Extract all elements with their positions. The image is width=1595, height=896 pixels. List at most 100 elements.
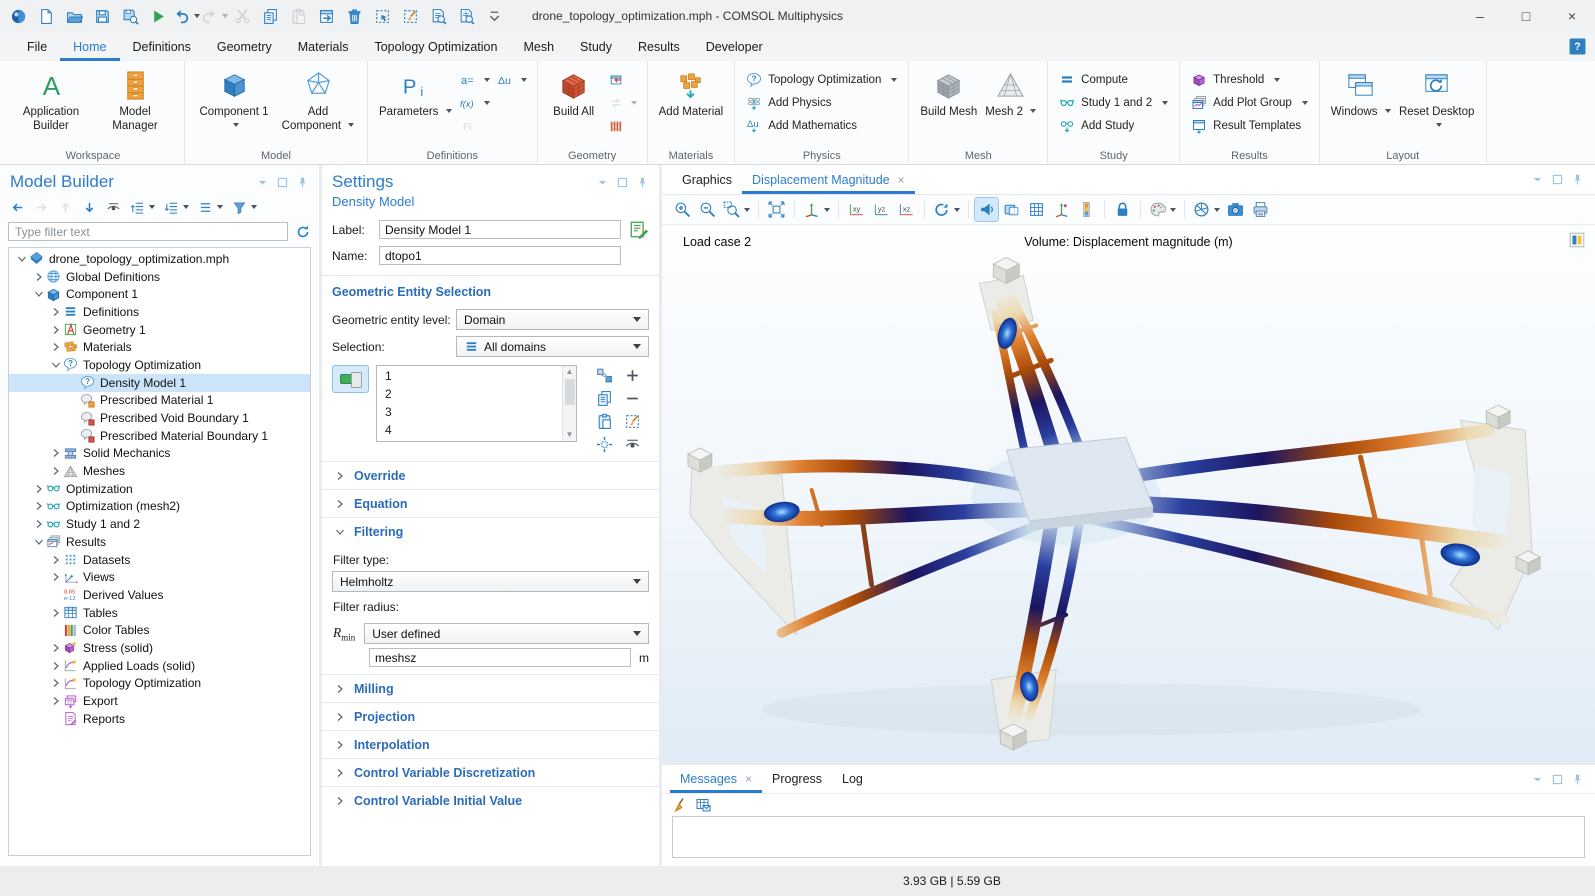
- tree-expander-icon[interactable]: [49, 448, 62, 458]
- close-tab-icon[interactable]: ×: [745, 772, 752, 786]
- copy-selection-button[interactable]: [596, 390, 613, 407]
- tree-filter-input[interactable]: [8, 222, 288, 241]
- panel-menu-icon[interactable]: [1531, 773, 1544, 786]
- menu-tab-home[interactable]: Home: [60, 32, 119, 61]
- save-button[interactable]: [89, 4, 116, 29]
- remove-from-selection-button[interactable]: [624, 390, 641, 407]
- tree-item-definitions[interactable]: Definitions: [9, 303, 310, 321]
- move-up-button[interactable]: [56, 197, 75, 217]
- panel-float-icon[interactable]: [1551, 173, 1564, 186]
- zoom-out-button[interactable]: [696, 198, 719, 221]
- result-templates-button[interactable]: Result Templates: [1191, 118, 1308, 134]
- tree-item-prescribed-material-1[interactable]: Prescribed Material 1: [9, 392, 310, 410]
- zoom-in-button[interactable]: [671, 198, 694, 221]
- reset-desktop-button[interactable]: Reset Desktop: [1395, 66, 1479, 136]
- tree-expander-icon[interactable]: [32, 501, 45, 511]
- transparency-button[interactable]: [1000, 198, 1023, 221]
- tree-expander-icon[interactable]: [32, 537, 45, 547]
- tree-item-study-1-and-2[interactable]: Study 1 and 2: [9, 515, 310, 533]
- message-table-settings-button[interactable]: [695, 797, 711, 813]
- add-material-button[interactable]: Add Material: [655, 66, 728, 121]
- threshold-button[interactable]: Threshold: [1191, 72, 1308, 88]
- application-builder-button[interactable]: AApplication Builder: [9, 66, 93, 136]
- panel-pin-icon[interactable]: [636, 176, 649, 189]
- section-interpolation[interactable]: Interpolation: [322, 730, 659, 758]
- tree-item-datasets[interactable]: Datasets: [9, 551, 310, 569]
- view-xz-button[interactable]: xz: [895, 198, 918, 221]
- tree-expander-icon[interactable]: [49, 555, 62, 565]
- tree-expander-icon[interactable]: [32, 484, 45, 494]
- create-selection-button[interactable]: [596, 367, 613, 384]
- messages-tab-log[interactable]: Log: [832, 765, 873, 793]
- scene-light-button[interactable]: [975, 198, 998, 221]
- close-tab-icon[interactable]: ×: [898, 173, 905, 187]
- tree-expander-icon[interactable]: [49, 307, 62, 317]
- tree-item-tables[interactable]: Tables: [9, 604, 310, 622]
- panel-pin-icon[interactable]: [1571, 773, 1584, 786]
- menu-tab-file[interactable]: File: [14, 32, 60, 61]
- panel-menu-icon[interactable]: [256, 176, 269, 189]
- compute-button[interactable]: Compute: [1059, 72, 1168, 88]
- selection-list-item[interactable]: 3: [377, 403, 562, 421]
- add-physics-button[interactable]: Add Physics: [746, 95, 897, 111]
- find-button[interactable]: [425, 4, 452, 29]
- menu-tab-developer[interactable]: Developer: [693, 32, 776, 61]
- tree-item-applied-loads-solid[interactable]: Applied Loads (solid): [9, 657, 310, 675]
- go-back-button[interactable]: [8, 197, 27, 217]
- menu-tab-study[interactable]: Study: [567, 32, 625, 61]
- graphics-tab-graphics[interactable]: Graphics: [672, 165, 742, 194]
- menu-tab-topology-optimization[interactable]: Topology Optimization: [361, 32, 510, 61]
- selection-list-item[interactable]: 2: [377, 385, 562, 403]
- copy-button[interactable]: [257, 4, 284, 29]
- tree-item-color-tables[interactable]: Color Tables: [9, 621, 310, 639]
- tree-item-export[interactable]: Export: [9, 692, 310, 710]
- duplicate-button[interactable]: [313, 4, 340, 29]
- panel-float-icon[interactable]: [276, 176, 289, 189]
- panel-menu-icon[interactable]: [1531, 173, 1544, 186]
- tree-item-reports[interactable]: Reports: [9, 710, 310, 728]
- tree-item-stress-solid[interactable]: Stress (solid): [9, 639, 310, 657]
- paste-selection-button[interactable]: [596, 413, 613, 430]
- new-file-button[interactable]: [33, 4, 60, 29]
- tree-expander-icon[interactable]: [49, 643, 62, 653]
- minimize-button[interactable]: –: [1457, 0, 1503, 32]
- menu-tab-geometry[interactable]: Geometry: [204, 32, 285, 61]
- tree-expander-icon[interactable]: [32, 272, 45, 282]
- tree-expander-icon[interactable]: [49, 360, 62, 370]
- log-search-button[interactable]: [453, 4, 480, 29]
- tree-expander-icon[interactable]: [49, 466, 62, 476]
- mesh-2-button[interactable]: Mesh 2: [981, 66, 1040, 121]
- view-xy-button[interactable]: xy: [845, 198, 868, 221]
- selection-select[interactable]: All domains: [456, 336, 649, 357]
- select-button[interactable]: [369, 4, 396, 29]
- run-button[interactable]: [145, 4, 172, 29]
- tree-expander-icon[interactable]: [49, 325, 62, 335]
- tree-item-solid-mechanics[interactable]: Solid Mechanics: [9, 445, 310, 463]
- toggle-visibility-button[interactable]: [624, 436, 641, 453]
- zoom-to-selection-button[interactable]: [596, 436, 613, 453]
- tree-expander-icon[interactable]: [49, 696, 62, 706]
- topology-optimization-interface-button[interactable]: ?Topology Optimization: [746, 72, 897, 88]
- windows-button[interactable]: Windows: [1327, 66, 1395, 121]
- section-override[interactable]: Override: [322, 461, 659, 489]
- import-geometry-button[interactable]: [606, 72, 637, 87]
- livelink-button[interactable]: [606, 95, 637, 110]
- add-to-selection-button[interactable]: [624, 367, 641, 384]
- environment-reflections-button[interactable]: [1191, 198, 1222, 221]
- panel-pin-icon[interactable]: [1571, 173, 1584, 186]
- tree-expander-icon[interactable]: [49, 572, 62, 582]
- clear-selection-button[interactable]: [624, 413, 641, 430]
- section-control-variable-discretization[interactable]: Control Variable Discretization: [322, 758, 659, 786]
- view-yz-button[interactable]: yz: [870, 198, 893, 221]
- scroll-down-icon[interactable]: ▼: [566, 429, 574, 441]
- parameters-button[interactable]: PiParameters: [375, 66, 456, 121]
- zoom-box-button[interactable]: [721, 198, 752, 221]
- tree-item-density-model-1[interactable]: ?Density Model 1: [9, 374, 310, 392]
- rotate-view-button[interactable]: [931, 198, 962, 221]
- plot-thumbnail-icon[interactable]: [1568, 231, 1586, 249]
- scene-appearance-button[interactable]: [1147, 198, 1178, 221]
- filter-type-select[interactable]: Helmholtz: [332, 571, 649, 592]
- cut-button[interactable]: [229, 4, 256, 29]
- add-mathematics-button[interactable]: ΔuAdd Mathematics: [746, 118, 897, 134]
- selection-listbox[interactable]: 1234 ▲ ▼: [376, 365, 577, 442]
